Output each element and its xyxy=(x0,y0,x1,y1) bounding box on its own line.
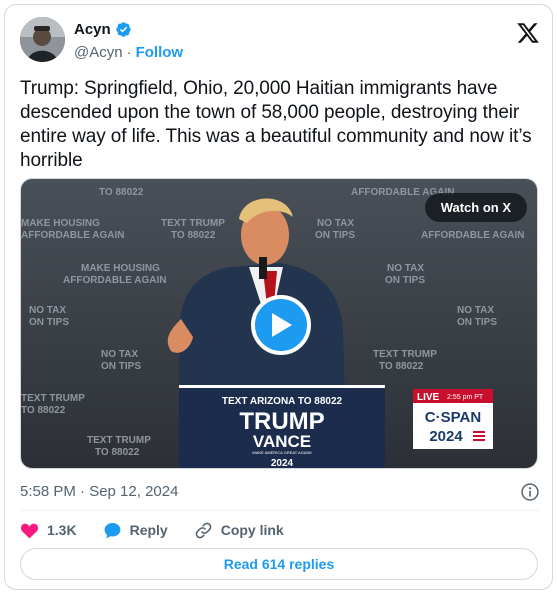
backdrop-sign: AFFORDABLE AGAIN xyxy=(63,275,167,286)
backdrop-sign: ON TIPS xyxy=(457,317,497,328)
network-year: 2024 xyxy=(429,428,463,445)
backdrop-sign: NO TAX xyxy=(387,263,424,274)
reply-button[interactable]: Reply xyxy=(103,521,168,540)
watch-on-x-button[interactable]: Watch on X xyxy=(424,193,527,222)
podium-text: TRUMP xyxy=(239,408,324,435)
backdrop-sign: ON TIPS xyxy=(29,317,69,328)
action-bar: 1.3K Reply Copy link xyxy=(20,519,310,541)
podium-text: TEXT ARIZONA TO 88022 xyxy=(222,396,343,407)
backdrop-sign: AFFORDABLE AGAIN xyxy=(21,230,125,241)
backdrop-sign: TO 88022 xyxy=(379,361,424,372)
backdrop-sign: NO TAX xyxy=(317,218,354,229)
link-icon xyxy=(195,522,212,538)
backdrop-sign: ON TIPS xyxy=(315,230,355,241)
backdrop-sign: TEXT TRUMP xyxy=(21,393,85,404)
name-row: Acyn xyxy=(74,21,132,38)
backdrop-sign: TEXT TRUMP xyxy=(87,435,151,446)
avatar[interactable] xyxy=(20,17,65,62)
live-label: LIVE xyxy=(417,392,440,403)
backdrop-sign: TO 88022 xyxy=(99,187,144,198)
backdrop-sign: TO 88022 xyxy=(95,447,140,458)
reply-bubble-icon xyxy=(104,522,120,538)
podium-text: 2024 xyxy=(271,458,294,469)
verified-badge-icon xyxy=(115,21,132,38)
podium-text: VANCE xyxy=(253,432,311,451)
handle-separator: · xyxy=(126,44,132,61)
timestamp[interactable]: 5:58 PM · Sep 12, 2024 xyxy=(20,483,178,500)
info-icon[interactable] xyxy=(520,482,540,502)
heart-icon xyxy=(20,523,39,538)
podium-text: MAKE AMERICA GREAT AGAIN! xyxy=(252,450,311,455)
cspan-bug: LIVE 2:55 pm PT C·SPAN 2024 xyxy=(413,389,493,449)
play-button[interactable] xyxy=(251,295,311,355)
broadcast-time: 2:55 pm PT xyxy=(447,394,484,401)
backdrop-sign: MAKE HOUSING xyxy=(21,218,100,229)
copy-link-button[interactable]: Copy link xyxy=(194,521,284,540)
backdrop-sign: ON TIPS xyxy=(101,361,141,372)
reply-label: Reply xyxy=(129,522,168,538)
read-replies-button[interactable]: Read 614 replies xyxy=(20,548,538,580)
tweet-header: Acyn @Acyn · Follow xyxy=(20,17,540,65)
backdrop-sign: TEXT TRUMP xyxy=(373,349,437,360)
handle[interactable]: @Acyn xyxy=(74,44,123,61)
backdrop-sign: MAKE HOUSING xyxy=(81,263,160,274)
divider xyxy=(20,510,540,511)
copy-link-label: Copy link xyxy=(220,522,284,538)
play-icon xyxy=(272,313,292,337)
backdrop-sign: NO TAX xyxy=(457,305,494,316)
backdrop-sign: NO TAX xyxy=(29,305,66,316)
follow-button[interactable]: Follow xyxy=(136,44,184,61)
network-name: C·SPAN xyxy=(425,409,481,426)
timestamp-row: 5:58 PM · Sep 12, 2024 xyxy=(20,482,540,502)
tweet-card: Acyn @Acyn · Follow Trump: Springfield, … xyxy=(4,4,553,590)
backdrop-sign: AFFORDABLE AGAIN xyxy=(421,230,525,241)
display-name[interactable]: Acyn xyxy=(74,21,111,38)
backdrop-sign: TO 88022 xyxy=(171,230,216,241)
backdrop-sign: TEXT TRUMP xyxy=(161,218,225,229)
handle-row: @Acyn · Follow xyxy=(74,44,183,61)
tweet-text: Trump: Springfield, Ohio, 20,000 Haitian… xyxy=(20,78,532,171)
like-button[interactable]: 1.3K xyxy=(20,521,77,540)
backdrop-sign: NO TAX xyxy=(101,349,138,360)
backdrop-sign: ON TIPS xyxy=(385,275,425,286)
x-logo-icon[interactable] xyxy=(516,21,540,45)
backdrop-sign: TO 88022 xyxy=(21,405,66,416)
like-count: 1.3K xyxy=(47,522,77,538)
video-player[interactable]: TO 88022 MAKE HOUSING AFFORDABLE AGAIN T… xyxy=(20,178,538,469)
